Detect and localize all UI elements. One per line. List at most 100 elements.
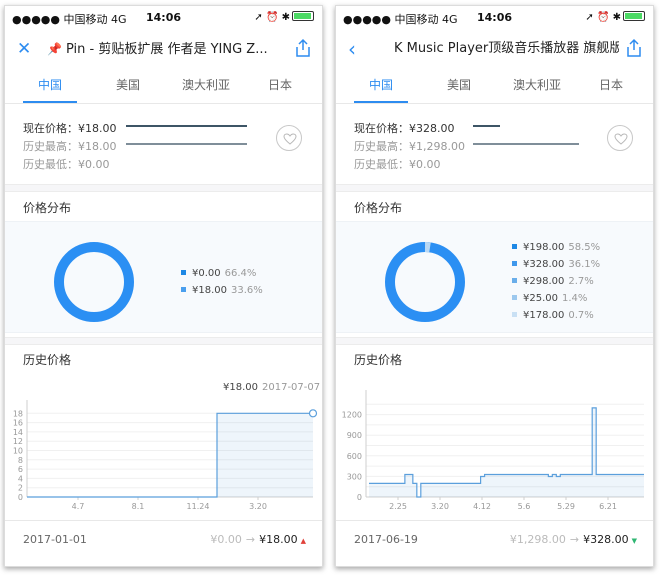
y-tick-label: 8 (18, 456, 23, 465)
tab-usa[interactable]: 美国 (89, 72, 167, 103)
status-icons: ➚ ⏰ ✱ (585, 11, 645, 23)
battery-icon (292, 11, 314, 21)
y-tick-label: 18 (13, 409, 23, 418)
x-tick-label: 3.20 (431, 502, 449, 511)
x-tick-label: 3.20 (249, 502, 267, 511)
tab-japan[interactable]: 日本 (241, 72, 319, 103)
share-icon[interactable] (294, 38, 312, 58)
tab-china[interactable]: 中国 (11, 72, 89, 103)
price-legend: ¥0.00 66.4% ¥18.00 33.6% (181, 268, 263, 302)
donut-ring (385, 242, 465, 322)
share-icon[interactable] (625, 38, 643, 58)
y-tick-label: 600 (347, 452, 362, 461)
legend-item: ¥178.00 0.7% (512, 310, 600, 327)
heart-icon (614, 133, 628, 145)
donut-ring (54, 242, 134, 322)
price-distribution-title: 价格分布 (23, 201, 72, 215)
x-tick-label: 4.7 (72, 502, 85, 511)
tab-japan[interactable]: 日本 (572, 72, 650, 103)
price-history-title: 历史价格 (23, 353, 72, 367)
tab-australia[interactable]: 澳大利亚 (498, 72, 576, 103)
price-distribution-panel: ¥198.00 58.5% ¥328.00 36.1% ¥298.00 2.7% ¥2… (336, 221, 653, 333)
y-tick-label: 300 (347, 472, 362, 481)
price-summary: 现在价格：¥328.00 历史最高：¥1,298.00 历史最低：¥0.00 (336, 114, 653, 180)
price-summary: 现在价格：¥18.00 历史最高：¥18.00 历史最低：¥0.00 (5, 114, 322, 180)
price-distribution-title: 价格分布 (354, 201, 403, 215)
legend-item: ¥18.00 33.6% (181, 285, 263, 302)
history-low-row: 历史最低：¥0.00 (354, 158, 441, 171)
y-tick-label: 2 (18, 484, 23, 493)
legend-dot (181, 287, 186, 292)
status-icons: ➚ ⏰ ✱ (254, 11, 314, 23)
legend-dot (512, 244, 517, 249)
current-price-row: 现在价格：¥328.00 (354, 122, 455, 135)
tab-china[interactable]: 中国 (342, 72, 420, 103)
change-prices: ¥0.00 → ¥18.00 ▲ (210, 533, 306, 546)
pin-icon: 📌 (47, 42, 62, 56)
legend-item: ¥0.00 66.4% (181, 268, 263, 285)
price-distribution-panel: ¥0.00 66.4% ¥18.00 33.6% (5, 221, 322, 333)
legend-dot (512, 261, 517, 266)
x-tick-label: 11.24 (187, 502, 210, 511)
x-tick-label: 5.29 (557, 502, 575, 511)
history-high-bar (473, 143, 579, 145)
change-date: 2017-06-19 (354, 533, 418, 546)
price-history-chart: ¥18.00 2017-07-07 0 2 4 6 8 10 12 14 16 18 4.7 8.1 11… (5, 380, 322, 518)
left-phone-screen: ●●●●● 中国移动 4G 14:06 ➚ ⏰ ✱ ✕ 📌 Pin - 剪贴板扩展… (4, 5, 323, 567)
y-tick-label: 1200 (342, 411, 362, 420)
y-tick-label: 16 (13, 419, 23, 428)
change-date: 2017-01-01 (23, 533, 87, 546)
page-title: K Music Player顶级音乐播放器 旗舰版 (394, 41, 619, 56)
nav-bar: ‹ K Music Player顶级音乐播放器 旗舰版 (336, 36, 653, 66)
trend-up-icon: ▲ (300, 537, 306, 545)
line-chart: 0 300 600 900 1200 2.25 3.20 4.12 5.6 5.29 6.21 (342, 390, 644, 511)
series-area (27, 413, 313, 497)
favorite-button[interactable] (607, 125, 633, 151)
y-tick-label: 6 (18, 465, 23, 474)
page-title: 📌 Pin - 剪贴板扩展 作者是 YING Z... (47, 42, 268, 57)
close-icon[interactable]: ✕ (17, 38, 31, 60)
legend-item: ¥298.00 2.7% (512, 276, 600, 293)
x-tick-label: 4.12 (473, 502, 491, 511)
price-change-row[interactable]: 2017-06-19 ¥1,298.00 → ¥328.00 ▼ (336, 520, 653, 560)
line-chart: 024681012141618 4.7 8.1 11.24 3.20 (13, 400, 318, 511)
price-legend: ¥198.00 58.5% ¥328.00 36.1% ¥298.00 2.7% ¥2… (512, 242, 600, 327)
right-phone-screen: ●●●●● 中国移动 4G 14:06 ➚ ⏰ ✱ ‹ K Music Play… (335, 5, 654, 567)
heart-icon (283, 133, 297, 145)
section-divider (5, 337, 322, 345)
trend-down-icon: ▼ (631, 537, 637, 545)
history-low-row: 历史最低：¥0.00 (23, 158, 110, 171)
battery-icon (623, 11, 645, 21)
current-price-bar (126, 125, 247, 127)
series-end-point (308, 409, 318, 418)
current-price-row: 现在价格：¥18.00 (23, 122, 117, 135)
section-divider (336, 337, 653, 345)
chevron-left-icon[interactable]: ‹ (348, 38, 356, 60)
x-tick-label: 5.6 (518, 502, 531, 511)
history-high-row: 历史最高：¥18.00 (23, 140, 117, 153)
tab-usa[interactable]: 美国 (420, 72, 498, 103)
history-high-row: 历史最高：¥1,298.00 (354, 140, 465, 153)
x-tick-label: 6.21 (599, 502, 617, 511)
legend-dot (512, 278, 517, 283)
favorite-button[interactable] (276, 125, 302, 151)
y-tick-label: 12 (13, 437, 23, 446)
legend-item: ¥198.00 58.5% (512, 242, 600, 259)
nav-bar: ✕ 📌 Pin - 剪贴板扩展 作者是 YING Z... (5, 36, 322, 66)
legend-dot (181, 270, 186, 275)
series-area (369, 407, 644, 497)
current-price-bar (473, 125, 500, 127)
change-prices: ¥1,298.00 → ¥328.00 ▼ (509, 533, 637, 546)
region-tabs: 中国 美国 澳大利亚 日本 (336, 72, 653, 104)
legend-dot (512, 312, 517, 317)
y-tick-label: 0 (357, 493, 362, 502)
y-tick-label: 4 (18, 474, 23, 483)
price-history-chart: 0 300 600 900 1200 2.25 3.20 4.12 5.6 5.29 6.21 (336, 380, 653, 518)
legend-dot (512, 295, 517, 300)
donut-chart (385, 242, 465, 322)
status-bar: ●●●●● 中国移动 4G 14:06 ➚ ⏰ ✱ (336, 6, 653, 28)
x-tick-label: 8.1 (132, 502, 145, 511)
legend-item: ¥25.00 1.4% (512, 293, 600, 310)
tab-australia[interactable]: 澳大利亚 (167, 72, 245, 103)
price-change-row[interactable]: 2017-01-01 ¥0.00 → ¥18.00 ▲ (5, 520, 322, 560)
